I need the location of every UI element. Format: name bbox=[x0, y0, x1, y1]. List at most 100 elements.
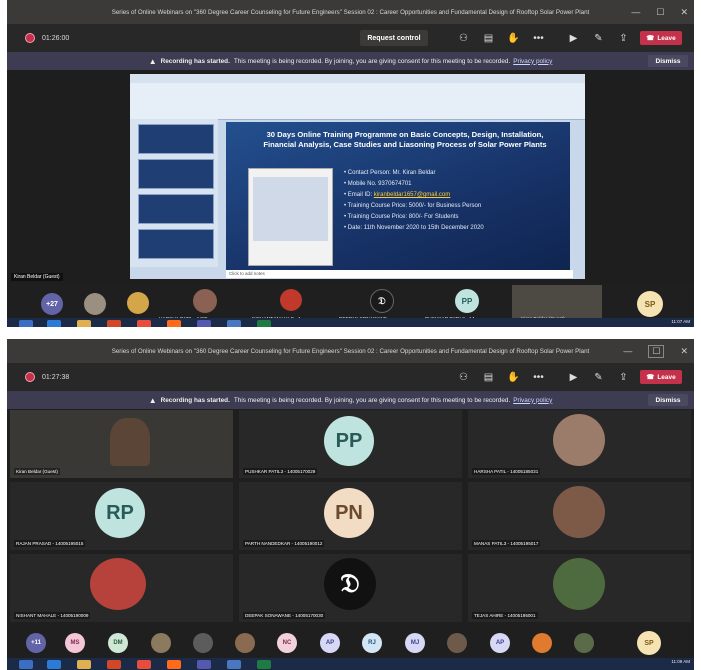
more-actions-icon[interactable]: ••• bbox=[526, 367, 551, 387]
video-tile-deepak[interactable]: 𝔇 DEEPAK SONAWANE - 14005170030 bbox=[239, 554, 462, 622]
participant-avatar bbox=[127, 292, 149, 314]
leave-button[interactable]: ☎ Leave bbox=[640, 370, 682, 384]
roster-avatar[interactable]: MS bbox=[65, 633, 85, 653]
chat-icon[interactable]: ▤ bbox=[476, 367, 501, 387]
tile-label: TEJAS AHIRE - 14005195001 bbox=[472, 612, 538, 619]
roster-avatar[interactable]: NC bbox=[277, 633, 297, 653]
dismiss-button[interactable]: Dismiss bbox=[648, 55, 688, 67]
share-tray-icon[interactable]: ⇪ bbox=[611, 28, 636, 48]
teams-icon[interactable] bbox=[197, 660, 211, 669]
meeting-toolbar: 01:26:00 Request control ⚇ ▤ ✋ ••• ▶ ✎ ⇪… bbox=[7, 24, 694, 52]
banner-text: This meeting is being recorded. By joini… bbox=[233, 57, 511, 65]
video-gallery: Kiran Beldar (Guest) PP PUSHKAR PATIL3 -… bbox=[7, 409, 694, 627]
chat-icon[interactable]: ▤ bbox=[476, 28, 501, 48]
slide-title: 30 Days Online Training Programme on Bas… bbox=[263, 130, 547, 149]
brochure-image bbox=[248, 168, 333, 266]
recording-banner: ▲ Recording has started. This meeting is… bbox=[7, 391, 694, 409]
roster-avatar[interactable]: MJ bbox=[405, 633, 425, 653]
meeting-title: Series of Online Webinars on "360 Degree… bbox=[111, 347, 590, 355]
tile-label: HARSHA PATIL - 14005185031 bbox=[472, 468, 541, 475]
recording-indicator-icon bbox=[25, 372, 35, 382]
privacy-policy-link[interactable]: Privacy policy bbox=[513, 58, 552, 65]
camera-off-icon[interactable]: ▶ bbox=[561, 28, 586, 48]
video-tile-nishant[interactable]: NISHANT MAHALE - 14005190009 bbox=[10, 554, 233, 622]
maximize-icon[interactable]: ☐ bbox=[656, 7, 664, 18]
phone-icon: ☎ bbox=[646, 35, 655, 42]
meeting-timer: 01:26:00 bbox=[42, 34, 70, 42]
roster-photo[interactable] bbox=[151, 633, 171, 653]
roster-photo[interactable] bbox=[574, 633, 594, 653]
participant-roster-strip: +11 MS DM NC AP RJ MJ AP SP bbox=[7, 627, 694, 658]
close-icon[interactable]: ✕ bbox=[680, 7, 688, 18]
raise-hand-icon[interactable]: ✋ bbox=[501, 28, 526, 48]
ie-icon[interactable] bbox=[47, 660, 61, 669]
raise-hand-icon[interactable]: ✋ bbox=[501, 367, 526, 387]
more-actions-icon[interactable]: ••• bbox=[526, 28, 551, 48]
chrome-icon[interactable] bbox=[137, 660, 151, 669]
video-tile-harsha[interactable]: HARSHA PATIL - 14005185031 bbox=[468, 410, 691, 478]
video-tile-rajan[interactable]: RP RAJAN PRASAD - 14005195015 bbox=[10, 482, 233, 550]
start-icon[interactable] bbox=[19, 320, 33, 327]
media-icon[interactable] bbox=[107, 660, 121, 669]
meeting-toolbar: 01:27:38 ⚇ ▤ ✋ ••• ▶ ✎ ⇪ ☎ Leave bbox=[7, 363, 694, 391]
window-titlebar: Series of Online Webinars on "360 Degree… bbox=[7, 0, 694, 24]
excel-icon[interactable] bbox=[257, 660, 271, 669]
ie-icon[interactable] bbox=[47, 320, 61, 327]
dismiss-button[interactable]: Dismiss bbox=[648, 394, 688, 406]
participants-icon[interactable]: ⚇ bbox=[451, 367, 476, 387]
folder-icon[interactable] bbox=[77, 660, 91, 669]
participant-photo bbox=[553, 486, 605, 538]
video-tile-manas[interactable]: MANAS PATIL3 - 14005195017 bbox=[468, 482, 691, 550]
video-tile-parth[interactable]: PN PARTH NANDEDKAR - 14005190012 bbox=[239, 482, 462, 550]
share-tray-icon[interactable]: ⇪ bbox=[611, 367, 636, 387]
roster-photo[interactable] bbox=[193, 633, 213, 653]
word-icon[interactable] bbox=[227, 320, 241, 327]
teams-icon[interactable] bbox=[197, 320, 211, 327]
bullet-price-students: Training Course Price: 800/- For Student… bbox=[344, 212, 564, 223]
camera-off-icon[interactable]: ▶ bbox=[561, 367, 586, 387]
start-icon[interactable] bbox=[19, 660, 33, 669]
windows-taskbar: 11:07 AM bbox=[7, 318, 694, 327]
roster-avatar[interactable]: AP bbox=[490, 633, 510, 653]
minimize-icon[interactable]: — bbox=[623, 346, 632, 356]
self-avatar-sp[interactable]: SP bbox=[637, 631, 661, 655]
close-icon[interactable]: ✕ bbox=[680, 346, 688, 357]
participants-icon[interactable]: ⚇ bbox=[451, 28, 476, 48]
minimize-icon[interactable]: — bbox=[631, 7, 640, 17]
folder-icon[interactable] bbox=[77, 320, 91, 327]
media-icon[interactable] bbox=[107, 320, 121, 327]
bullet-price-business: Training Course Price: 5000/- for Busine… bbox=[344, 201, 564, 212]
presenter-name-tag: Kiran Beldar (Guest) bbox=[11, 273, 63, 281]
chrome-icon[interactable] bbox=[137, 320, 151, 327]
leave-button[interactable]: ☎ Leave bbox=[640, 31, 682, 45]
slide-thumbnail bbox=[138, 124, 214, 154]
video-tile-kiran[interactable]: Kiran Beldar (Guest) bbox=[10, 410, 233, 478]
roster-avatar[interactable]: DM bbox=[108, 633, 128, 653]
participant-photo bbox=[90, 558, 146, 610]
firefox-icon[interactable] bbox=[167, 660, 181, 669]
mic-off-icon[interactable]: ✎ bbox=[586, 367, 611, 387]
word-icon[interactable] bbox=[227, 660, 241, 669]
mic-off-icon[interactable]: ✎ bbox=[586, 28, 611, 48]
maximize-icon[interactable]: ☐ bbox=[648, 344, 665, 358]
privacy-policy-link[interactable]: Privacy policy bbox=[513, 397, 552, 404]
overflow-participants-badge[interactable]: +11 bbox=[26, 633, 46, 653]
roster-photo[interactable] bbox=[532, 633, 552, 653]
roster-avatar[interactable]: AP bbox=[320, 633, 340, 653]
roster-photo[interactable] bbox=[235, 633, 255, 653]
video-tile-pushkar[interactable]: PP PUSHKAR PATIL3 - 14005170029 bbox=[239, 410, 462, 478]
meeting-title: Series of Online Webinars on "360 Degree… bbox=[111, 8, 590, 16]
current-slide: 30 Days Online Training Programme on Bas… bbox=[226, 122, 570, 272]
video-tile-tejas[interactable]: TEJAS AHIRE - 14005195001 bbox=[468, 554, 691, 622]
overflow-participants-badge[interactable]: +27 bbox=[41, 293, 63, 315]
request-control-button[interactable]: Request control bbox=[360, 30, 428, 46]
roster-avatar[interactable]: RJ bbox=[362, 633, 382, 653]
participant-photo bbox=[110, 418, 150, 466]
slide-thumbnail bbox=[138, 159, 214, 189]
roster-photo[interactable] bbox=[447, 633, 467, 653]
firefox-icon[interactable] bbox=[167, 320, 181, 327]
meeting-timer: 01:27:38 bbox=[42, 373, 70, 381]
participant-avatar-pn: PN bbox=[324, 488, 374, 538]
excel-icon[interactable] bbox=[257, 320, 271, 327]
self-avatar-sp[interactable]: SP bbox=[637, 291, 663, 317]
